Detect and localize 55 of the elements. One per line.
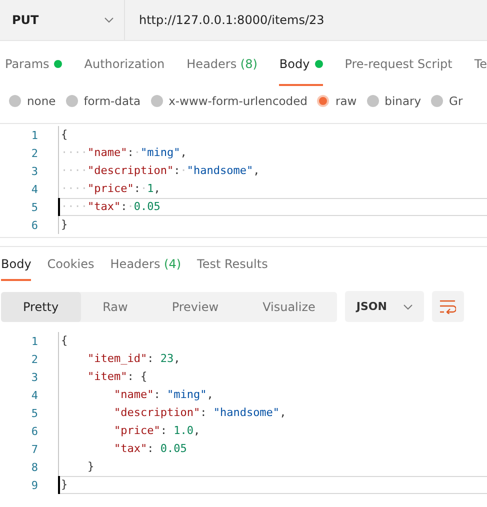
request-tab[interactable]: Pre-request Script [344, 41, 452, 86]
code-line: ····"name":·"ming", [58, 144, 487, 162]
code-line: } [58, 216, 487, 234]
line-number: 6 [30, 218, 39, 232]
request-tab[interactable]: Authorization [84, 41, 165, 86]
line-number: 6 [30, 424, 39, 438]
body-type-radio[interactable]: raw [317, 94, 357, 108]
code-line: "price": 1.0, [58, 422, 487, 440]
view-mode-button[interactable]: Pretty [1, 292, 81, 322]
line-number: 4 [30, 388, 39, 402]
response-tab[interactable]: Cookies [47, 247, 94, 281]
request-body-editor[interactable]: 1 { 2 ····"name":·"ming", 3 ····"description":·"handsome", 4 ····"price":·1, 5 ····"tax":·0.05 6 } [0, 123, 487, 238]
body-type-radio[interactable]: none [9, 94, 56, 108]
method-dropdown[interactable]: PUT [0, 0, 125, 40]
code-line: } [58, 476, 487, 494]
line-number: 1 [30, 128, 39, 142]
line-number: 8 [30, 460, 39, 474]
response-tab[interactable]: Test Results [197, 247, 268, 281]
code-line: } [58, 458, 487, 476]
code-line: { [58, 126, 487, 144]
code-line: "item_id": 23, [58, 350, 487, 368]
request-tab[interactable]: Params [5, 41, 62, 86]
line-number: 9 [30, 478, 39, 492]
code-line: "name": "ming", [58, 386, 487, 404]
code-line: ····"description":·"handsome", [58, 162, 487, 180]
chevron-down-icon [402, 304, 413, 310]
format-dropdown[interactable]: JSON [345, 291, 424, 322]
chevron-down-icon [104, 17, 114, 23]
code-line: "item": { [58, 368, 487, 386]
line-number: 7 [30, 442, 39, 456]
request-tab[interactable]: Body [279, 41, 323, 86]
line-number: 4 [30, 182, 39, 196]
line-number: 2 [30, 146, 39, 160]
url-field[interactable]: http://127.0.0.1:8000/items/23 [125, 0, 324, 40]
response-tab[interactable]: Body [1, 247, 32, 281]
line-number: 2 [30, 352, 39, 366]
line-number: 3 [30, 370, 39, 384]
body-type-radio[interactable]: Gr [431, 94, 463, 108]
code-line: "description": "handsome", [58, 404, 487, 422]
request-tab[interactable]: Te [474, 41, 487, 86]
body-type-radio[interactable]: binary [366, 94, 422, 108]
line-number: 3 [30, 164, 39, 178]
request-tab[interactable]: Headers (8) [186, 41, 258, 86]
body-type-radio[interactable]: x-www-form-urlencoded [150, 94, 308, 108]
line-number: 5 [30, 406, 39, 420]
body-type-radio[interactable]: form-data [66, 94, 141, 108]
response-tab[interactable]: Headers (4) [110, 247, 182, 281]
code-line: { [58, 332, 487, 350]
code-line: ····"tax":·0.05 [58, 198, 487, 216]
code-line: ····"price":·1, [58, 180, 487, 198]
line-number: 1 [30, 334, 39, 348]
code-line: "tax": 0.05 [58, 440, 487, 458]
wrap-lines-icon [440, 300, 456, 314]
line-number: 5 [30, 200, 39, 214]
wrap-lines-button[interactable] [432, 291, 464, 322]
